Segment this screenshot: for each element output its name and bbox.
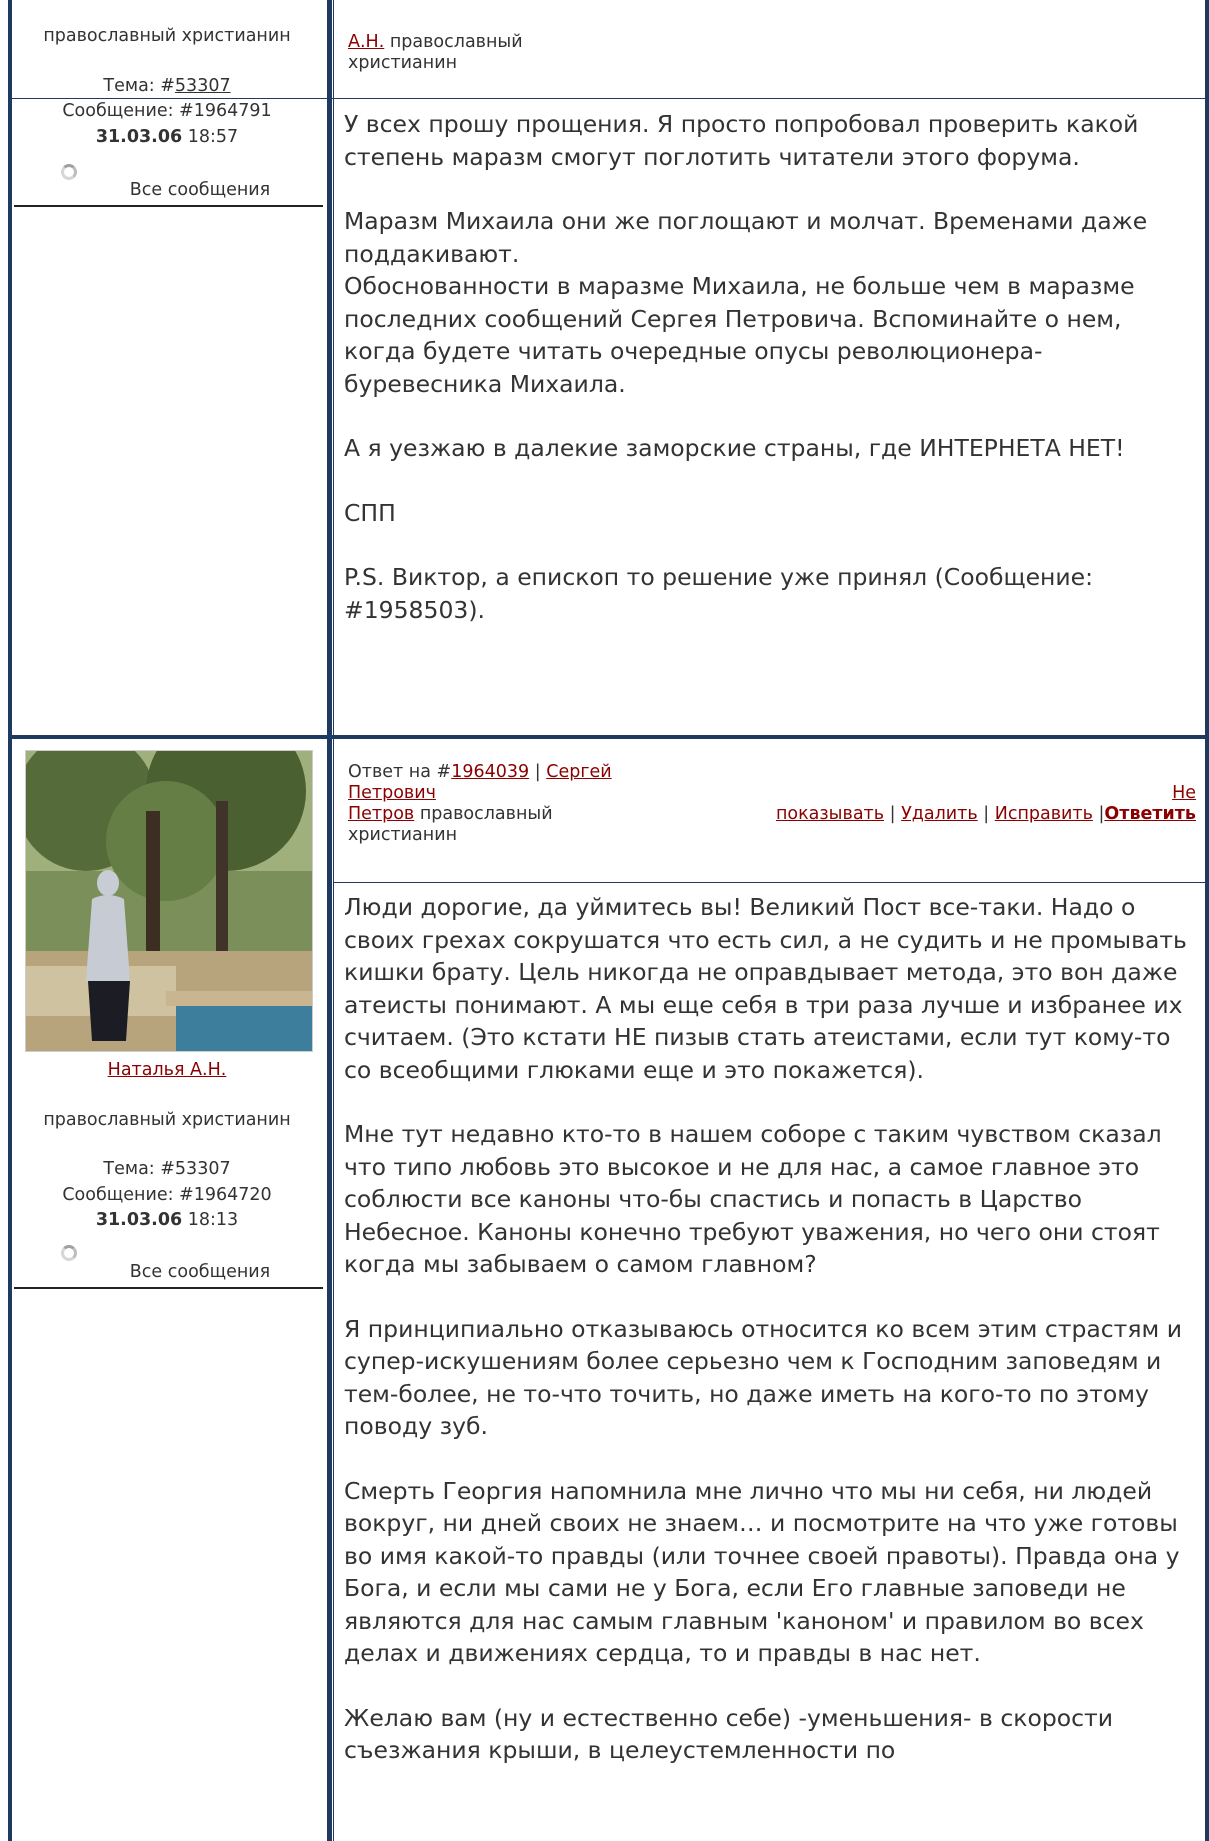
post-date: 31.03.06 18:57 — [12, 127, 322, 147]
post-frame-divider — [327, 0, 332, 735]
reply-author-link-3[interactable]: Петров — [348, 804, 414, 824]
post-paragraph: P.S. Виктор, а епископ то решение уже пр… — [344, 563, 1094, 624]
hide-button-2[interactable]: показывать — [776, 804, 884, 824]
header-status-2: христианин — [348, 53, 458, 73]
avatar-image — [26, 751, 312, 1051]
topic-id: 53307 — [174, 1159, 231, 1179]
author-status: православный христианин — [43, 26, 291, 46]
post-paragraph: А я уезжаю в далекие заморские страны, г… — [344, 434, 1125, 462]
post-paragraph: Желаю вам (ну и естественно себе) -умень… — [344, 1703, 1113, 1765]
post-frame-left — [8, 735, 12, 1841]
post-frame-divider — [327, 735, 332, 1841]
post-date-time: 18:13 — [187, 1210, 239, 1230]
post-header: А.Н. православный христианин — [348, 32, 1196, 74]
reply-id-link[interactable]: 1964039 — [451, 762, 529, 782]
author-status: православный христианин — [43, 1110, 291, 1130]
post-paragraph: Люди дорогие, да уймитесь вы! Великий По… — [344, 893, 1187, 1084]
delete-button[interactable]: Удалить — [901, 804, 978, 824]
author-link[interactable]: А.Н. — [348, 32, 384, 52]
post-paragraph: Маразм Михаила они же поглощают и молчат… — [344, 207, 1148, 398]
reply-prefix: Ответ на # — [348, 762, 452, 782]
header-status-1: православный — [389, 32, 523, 52]
post-paragraph: У всех прошу прощения. Я просто попробов… — [344, 110, 1139, 171]
message-line: Сообщение: #1964791 — [62, 101, 272, 121]
post-paragraph: Мне тут недавно кто-то в нашем соборе с … — [344, 1120, 1162, 1278]
post-frame-right — [1205, 0, 1209, 735]
reply-author-link-1[interactable]: Сергей — [546, 762, 611, 782]
message-id: 1964720 — [193, 1185, 272, 1205]
post-frame-divider-inner — [333, 0, 334, 735]
post-date-day: 31.03.06 — [95, 127, 183, 147]
post-body: Люди дорогие, да уймитесь вы! Великий По… — [344, 891, 1196, 1799]
header-divider-line — [12, 98, 1205, 99]
post-frame-right — [1205, 735, 1209, 1841]
post-paragraph: СПП — [344, 498, 396, 527]
all-messages-link[interactable]: Все сообщения — [100, 1262, 300, 1282]
reply-status-2: христианин — [348, 825, 458, 845]
author-name-link[interactable]: Наталья А.Н. — [108, 1060, 227, 1080]
all-messages-link[interactable]: Все сообщения — [100, 180, 300, 200]
post-paragraph: Я принципиально отказываюсь относится ко… — [344, 1314, 1182, 1441]
loading-spinner-icon — [61, 1245, 77, 1261]
author-name-line: Наталья А.Н. — [12, 1060, 322, 1080]
reply-button[interactable]: Ответить — [1104, 804, 1196, 824]
reply-author-link-2[interactable]: Петрович — [348, 783, 436, 803]
header-divider-line — [334, 882, 1205, 883]
message-line: Сообщение: #1964720 — [62, 1185, 272, 1205]
topic-line: Тема: #53307 — [103, 76, 231, 96]
avatar[interactable] — [25, 750, 313, 1052]
post-date-time: 18:57 — [187, 127, 239, 147]
sidebar-underline — [14, 205, 323, 207]
message-id: 1964791 — [193, 101, 272, 121]
post-date: 31.03.06 18:13 — [12, 1210, 322, 1230]
post-frame-top — [8, 735, 1208, 739]
post-frame-divider-inner — [333, 735, 334, 1841]
post-date-day: 31.03.06 — [95, 1210, 183, 1230]
edit-button[interactable]: Исправить — [995, 804, 1093, 824]
post-paragraph: Смерть Георгия напомнила мне лично что м… — [344, 1476, 1180, 1668]
post-actions: Не показывать | Удалить | Исправить |Отв… — [775, 783, 1196, 824]
topic-link[interactable]: 53307 — [175, 76, 231, 96]
loading-spinner-icon — [61, 164, 77, 180]
topic-line: Тема: #53307 — [103, 1159, 231, 1179]
sidebar-underline — [14, 1287, 323, 1289]
reply-status-1: православный — [419, 804, 553, 824]
hide-button-1[interactable]: Не — [1172, 783, 1196, 803]
post-body: У всех прошу прощения. Я просто попробов… — [344, 108, 1196, 658]
